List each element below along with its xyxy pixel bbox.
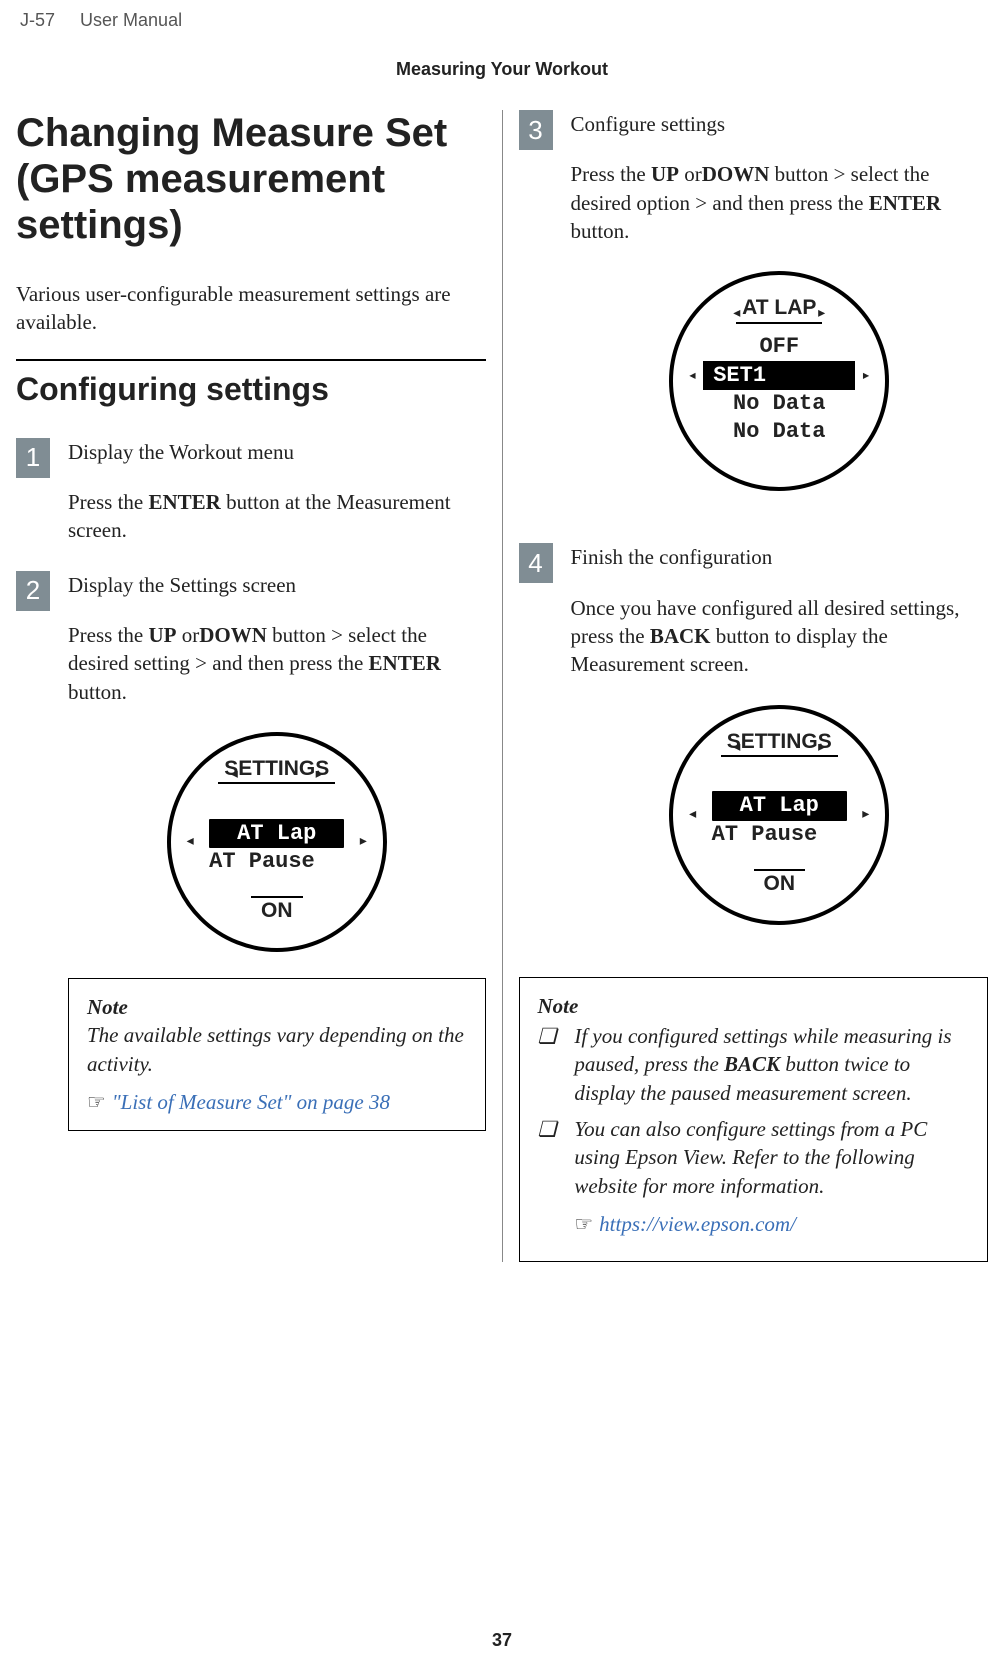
reference-link[interactable]: ☞"List of Measure Set" on page 38: [87, 1088, 467, 1116]
step-num-4: 4: [519, 543, 553, 583]
note-box-2: Note ❏ If you configured settings while …: [519, 977, 989, 1262]
watch-item: No Data: [673, 390, 885, 418]
step-1-title: Display the Workout menu: [68, 438, 486, 466]
column-divider: [502, 110, 503, 1262]
intro-text: Various user-configurable measurement se…: [16, 280, 486, 337]
watch-item: AT Pause: [209, 848, 344, 876]
step-3: 3 Configure settings Press the UP orDOWN…: [519, 110, 989, 517]
pointer-icon: ☞: [574, 1212, 593, 1236]
xref-link[interactable]: "List of Measure Set" on page 38: [112, 1090, 390, 1114]
watch-item: No Data: [673, 418, 885, 446]
arrow-left-icon: ◂: [687, 804, 698, 827]
step-4: 4 Finish the configuration Once you have…: [519, 543, 989, 950]
page-title: Changing Measure Set (GPS measurement se…: [16, 110, 486, 248]
step-3-title: Configure settings: [571, 110, 989, 138]
bullet-icon: ❏: [538, 1115, 557, 1238]
arrow-right-icon: ▸: [861, 366, 871, 386]
page-number: 37: [492, 1630, 512, 1651]
note-list-item: ❏ If you configured settings while measu…: [538, 1022, 970, 1107]
step-1-desc: Press the ENTER button at the Measuremen…: [68, 488, 486, 545]
arrow-right-icon: ▸: [860, 804, 871, 827]
watch-header: SETTINGS: [218, 756, 335, 784]
doc-type: User Manual: [80, 10, 182, 30]
arrow-left-icon: ◂: [688, 366, 698, 386]
step-4-desc: Once you have configured all desired set…: [571, 594, 989, 679]
step-num-1: 1: [16, 438, 50, 478]
watch-face-settings-2: ◂ ▸ SETTINGS ◂ ▸ AT Lap AT Pause ON: [669, 705, 889, 925]
watch-selected: AT Lap: [209, 819, 344, 849]
pointer-icon: ☞: [87, 1090, 106, 1114]
model-code: J-57: [20, 10, 55, 30]
note-text: The available settings vary depending on…: [87, 1023, 464, 1075]
watch-face-atlap: ◂ ▸ AT LAP OFF ◂ SET1 ▸ No Data No Data: [669, 271, 889, 491]
step-num-3: 3: [519, 110, 553, 150]
note-box-1: Note The available settings vary dependi…: [68, 978, 486, 1131]
watch-item: OFF: [673, 333, 885, 361]
step-3-desc: Press the UP orDOWN button > select the …: [571, 160, 989, 245]
step-2-desc: Press the UP orDOWN button > select the …: [68, 621, 486, 706]
note-label: Note: [538, 992, 970, 1020]
divider: [16, 359, 486, 361]
note-list-item: ❏ You can also configure settings from a…: [538, 1115, 970, 1238]
subheading: Configuring settings: [16, 371, 486, 408]
step-2: 2 Display the Settings screen Press the …: [16, 571, 486, 1132]
note-label: Note: [87, 993, 467, 1021]
url-link[interactable]: https://view.epson.com/: [599, 1212, 796, 1236]
step-1: 1 Display the Workout menu Press the ENT…: [16, 438, 486, 545]
bullet-icon: ❏: [538, 1022, 557, 1107]
reference-link[interactable]: ☞https://view.epson.com/: [574, 1210, 969, 1238]
step-2-title: Display the Settings screen: [68, 571, 486, 599]
watch-selected: AT Lap: [712, 791, 847, 821]
arrow-left-icon: ◂: [185, 831, 196, 854]
arrow-right-icon: ▸: [358, 831, 369, 854]
note-item-1-text: If you configured settings while measuri…: [574, 1022, 969, 1107]
step-num-2: 2: [16, 571, 50, 611]
watch-face-settings: ◂ ▸ SETTINGS ◂ ▸ AT Lap AT Pause ON: [167, 732, 387, 952]
watch-header: AT LAP: [736, 295, 822, 323]
watch-item: AT Pause: [712, 821, 847, 849]
section-header: Measuring Your Workout: [0, 59, 1004, 80]
watch-selected: SET1: [703, 361, 855, 391]
watch-footer: ON: [754, 869, 806, 897]
watch-header: SETTINGS: [721, 729, 838, 757]
note-item-2-text: You can also configure settings from a P…: [574, 1117, 927, 1198]
step-4-title: Finish the configuration: [571, 543, 989, 571]
header-line: J-57 User Manual: [0, 0, 1004, 31]
watch-footer: ON: [251, 896, 303, 924]
